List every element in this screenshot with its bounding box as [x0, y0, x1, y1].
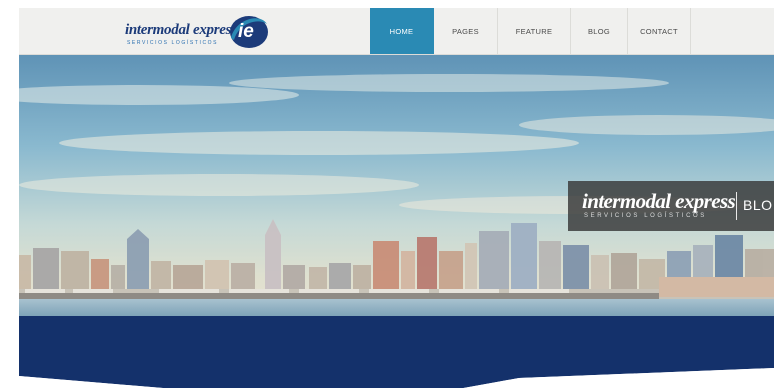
hero-banner: intermodal express SERVICIOS LOGÍSTICOS … [19, 55, 774, 316]
blog-card-wordmark: intermodal express [582, 189, 736, 213]
page: intermodal express SERVICIOS LOGÍSTICOS … [19, 8, 774, 388]
logo-wordmark: intermodal express [125, 22, 237, 38]
main-nav: HOME PAGES FEATURE BLOG CONTACT [370, 8, 691, 54]
logo-badge-text: ie [238, 21, 254, 42]
blog-card-tagline: SERVICIOS LOGÍSTICOS [584, 213, 707, 219]
logo-tagline: SERVICIOS LOGÍSTICOS [127, 40, 219, 46]
site-header: intermodal express SERVICIOS LOGÍSTICOS … [19, 8, 774, 55]
blog-card-label: BLO [743, 197, 773, 213]
nav-item-blog[interactable]: BLOG [571, 8, 628, 54]
blog-card-divider [736, 192, 737, 220]
nav-item-home[interactable]: HOME [370, 8, 434, 54]
site-logo[interactable]: intermodal express SERVICIOS LOGÍSTICOS … [125, 14, 270, 50]
navy-band [19, 316, 774, 388]
hero-blog-card: intermodal express SERVICIOS LOGÍSTICOS … [568, 181, 774, 231]
navy-band-shape [19, 316, 774, 388]
nav-item-pages[interactable]: PAGES [434, 8, 498, 54]
nav-item-feature[interactable]: FEATURE [498, 8, 571, 54]
nav-item-contact[interactable]: CONTACT [628, 8, 691, 54]
